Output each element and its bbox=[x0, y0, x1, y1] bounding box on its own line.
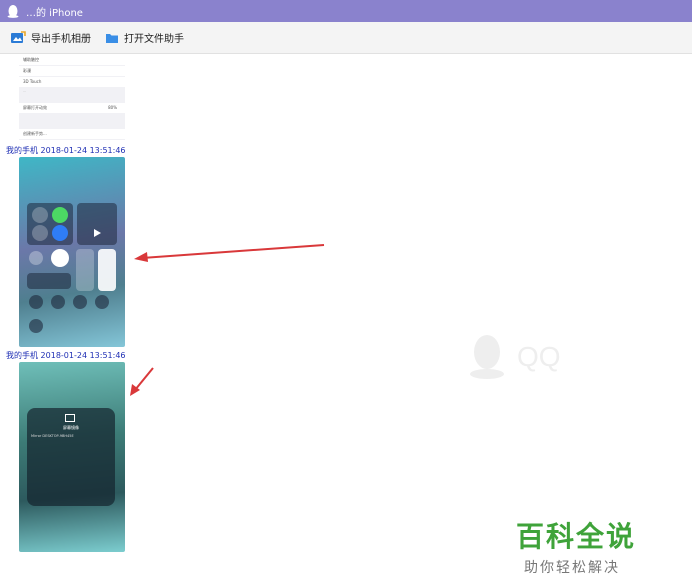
settings-row: 辅助触控 bbox=[19, 55, 125, 65]
qq-penguin-icon: QQ bbox=[470, 335, 561, 379]
calculator-icon bbox=[73, 295, 87, 309]
toolbar: 导出手机相册 打开文件助手 bbox=[0, 22, 692, 54]
play-icon bbox=[94, 229, 101, 237]
export-album-button[interactable]: 导出手机相册 bbox=[10, 30, 91, 45]
settings-percent: 80% bbox=[108, 105, 117, 110]
qq-watermark-text: QQ bbox=[517, 341, 561, 372]
settings-row: 创建新手势... bbox=[19, 129, 125, 139]
message-meta: 我的手机 2018-01-24 13:51:46 bbox=[6, 350, 126, 361]
message-sender: 我的手机 bbox=[6, 146, 38, 155]
brightness-slider bbox=[76, 249, 94, 291]
message-time: 2018-01-24 13:51:46 bbox=[40, 146, 126, 155]
qq-watermark: QQ bbox=[467, 332, 577, 386]
airplane-icon bbox=[32, 207, 48, 223]
settings-row: 3D Touch bbox=[19, 77, 125, 87]
airplay-icon bbox=[65, 414, 75, 422]
brand-name: 百科全说 bbox=[516, 520, 637, 553]
window-title: …的 iPhone bbox=[26, 7, 83, 19]
message-list: 辅助触控 彩漫 3D Touch … 屏幕打开动效 80% 创建新手势... 我… bbox=[0, 55, 140, 555]
open-file-helper-button[interactable]: 打开文件助手 bbox=[105, 30, 184, 45]
chat-content: 辅助触控 彩漫 3D Touch … 屏幕打开动效 80% 创建新手势... 我… bbox=[0, 55, 692, 576]
settings-row: 屏幕打开动效 80% bbox=[19, 103, 125, 113]
title-bar: …的 iPhone bbox=[0, 0, 692, 22]
settings-row-label: 屏幕打开动效 bbox=[23, 105, 47, 110]
open-file-helper-label: 打开文件助手 bbox=[124, 34, 184, 45]
control-center-screenshot[interactable] bbox=[19, 157, 125, 347]
screen-mirroring-tile bbox=[27, 273, 71, 289]
do-not-disturb-icon bbox=[51, 249, 69, 267]
bluetooth-icon bbox=[52, 225, 68, 241]
annotation-arrow bbox=[130, 367, 154, 396]
connectivity-tile bbox=[27, 203, 73, 245]
export-album-label: 导出手机相册 bbox=[31, 34, 91, 45]
settings-row: 彩漫 bbox=[19, 66, 125, 76]
annotation-arrow bbox=[134, 244, 325, 262]
message-time: 2018-01-24 13:51:46 bbox=[40, 351, 126, 360]
settings-note: … bbox=[23, 89, 26, 93]
folder-icon bbox=[106, 33, 118, 43]
brand-slogan: 助你轻松解决 bbox=[524, 560, 620, 576]
timer-icon bbox=[51, 295, 65, 309]
qq-penguin-icon bbox=[7, 5, 19, 18]
camera-icon bbox=[95, 295, 109, 309]
screen-mirroring-panel: 屏幕镜像 Mirror DESKTOP-9BH45E bbox=[27, 408, 115, 506]
message-meta: 我的手机 2018-01-24 13:51:46 bbox=[6, 145, 126, 156]
music-tile bbox=[77, 203, 117, 245]
export-image-icon bbox=[11, 30, 26, 43]
flashlight-icon bbox=[29, 295, 43, 309]
mirror-device-item: Mirror DESKTOP-9BH45E bbox=[31, 434, 74, 438]
screen-mirroring-screenshot[interactable]: 屏幕镜像 Mirror DESKTOP-9BH45E bbox=[19, 362, 125, 552]
settings-screenshot[interactable]: 辅助触控 彩漫 3D Touch … 屏幕打开动效 80% 创建新手势... bbox=[19, 55, 125, 140]
brand-logo: 百科全说 助你轻松解决 bbox=[516, 515, 636, 577]
cellular-icon bbox=[52, 207, 68, 223]
screen-record-icon bbox=[29, 319, 43, 333]
screen-mirroring-title: 屏幕镜像 bbox=[63, 425, 79, 430]
rotation-lock-icon bbox=[29, 251, 43, 265]
wifi-icon bbox=[32, 225, 48, 241]
volume-slider bbox=[98, 249, 116, 291]
message-sender: 我的手机 bbox=[6, 351, 38, 360]
